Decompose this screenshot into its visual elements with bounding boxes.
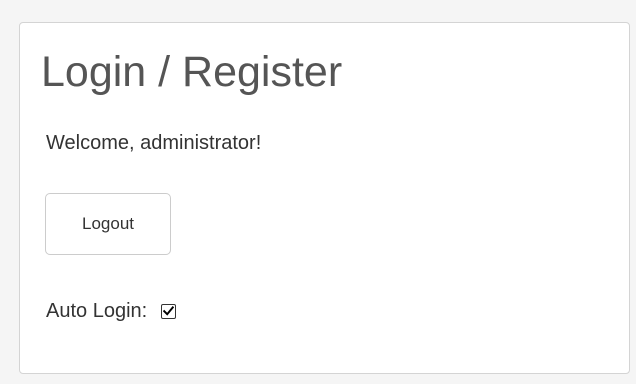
checkmark-icon: [163, 306, 175, 316]
page: Login / Register Welcome, administrator!…: [0, 0, 636, 384]
panel-title: Login / Register: [41, 48, 343, 96]
auto-login-checkbox[interactable]: [161, 303, 177, 319]
login-register-panel: Login / Register Welcome, administrator!…: [19, 22, 630, 374]
auto-login-row: Auto Login:: [46, 298, 177, 324]
auto-login-label: Auto Login:: [46, 300, 148, 322]
welcome-message: Welcome, administrator!: [46, 132, 262, 154]
logout-button[interactable]: Logout: [45, 193, 171, 255]
